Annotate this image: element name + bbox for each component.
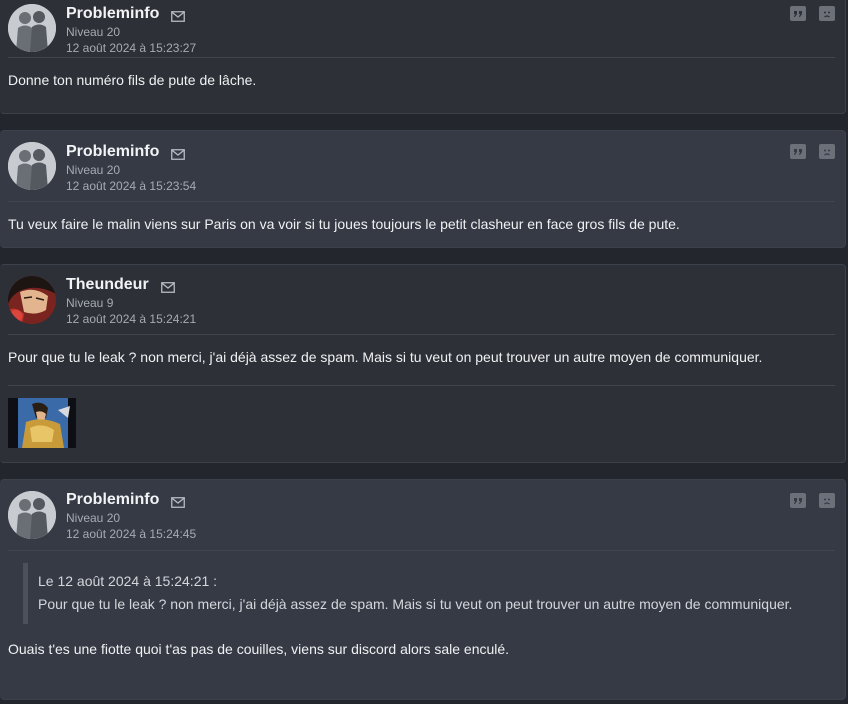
silhouette-avatar[interactable] <box>8 142 56 190</box>
post-actions <box>790 144 835 159</box>
post-header: Theundeur Niveau 9 12 août 2024 à 15:24:… <box>8 265 835 335</box>
post-header: Probleminfo Niveau 20 12 août 2024 à 15:… <box>8 131 835 202</box>
mail-icon[interactable] <box>171 9 186 22</box>
quote-header[interactable]: Le 12 août 2024 à 15:24:21 : <box>38 570 835 593</box>
forum-thread: Probleminfo Niveau 20 12 août 2024 à 15:… <box>0 0 848 704</box>
quote-text: Pour que tu le leak ? non merci, j'ai dé… <box>38 596 793 612</box>
silhouette-avatar[interactable] <box>8 4 56 52</box>
post-actions <box>790 6 835 21</box>
forum-post: Theundeur Niveau 9 12 août 2024 à 15:24:… <box>0 264 846 463</box>
silhouette-avatar[interactable] <box>8 491 56 539</box>
user-level: Niveau 9 <box>66 296 114 310</box>
mail-icon[interactable] <box>171 147 186 160</box>
user-info: Probleminfo Niveau 20 12 août 2024 à 15:… <box>66 5 196 55</box>
user-level: Niveau 20 <box>66 511 121 525</box>
forum-post: Probleminfo Niveau 20 12 août 2024 à 15:… <box>0 130 846 248</box>
user-info: Theundeur Niveau 9 12 août 2024 à 15:24:… <box>66 276 196 326</box>
quoted-message: Le 12 août 2024 à 15:24:21 : Pour que tu… <box>23 563 835 624</box>
quote-icon[interactable] <box>790 493 806 508</box>
forum-post: Probleminfo Niveau 20 12 août 2024 à 15:… <box>0 0 846 114</box>
anime-warrior-signature-image <box>8 398 76 448</box>
anime-character-avatar[interactable] <box>8 276 56 324</box>
user-info: Probleminfo Niveau 20 12 août 2024 à 15:… <box>66 491 196 541</box>
username[interactable]: Probleminfo <box>66 143 159 161</box>
post-date[interactable]: 12 août 2024 à 15:24:45 <box>66 527 196 541</box>
sad-face-icon[interactable] <box>819 6 835 21</box>
post-actions <box>790 493 835 508</box>
mail-icon[interactable] <box>160 280 175 293</box>
post-header: Probleminfo Niveau 20 12 août 2024 à 15:… <box>8 480 835 551</box>
post-message: Tu veux faire le malin viens sur Paris o… <box>8 216 680 232</box>
sad-face-icon[interactable] <box>819 493 835 508</box>
post-message: Donne ton numéro fils de pute de lâche. <box>8 72 257 88</box>
username[interactable]: Theundeur <box>66 276 149 294</box>
username[interactable]: Probleminfo <box>66 5 159 23</box>
sad-face-icon[interactable] <box>819 144 835 159</box>
username[interactable]: Probleminfo <box>66 491 159 509</box>
post-header: Probleminfo Niveau 20 12 août 2024 à 15:… <box>8 0 835 58</box>
mail-icon[interactable] <box>171 495 186 508</box>
user-level: Niveau 20 <box>66 163 121 177</box>
signature-divider <box>8 385 835 386</box>
quote-icon[interactable] <box>790 6 806 21</box>
post-date[interactable]: 12 août 2024 à 15:23:54 <box>66 179 196 193</box>
user-info: Probleminfo Niveau 20 12 août 2024 à 15:… <box>66 143 196 193</box>
post-message: Pour que tu le leak ? non merci, j'ai dé… <box>8 349 763 365</box>
user-level: Niveau 20 <box>66 25 121 39</box>
quote-icon[interactable] <box>790 144 806 159</box>
post-message: Ouais t'es une fiotte quoi t'as pas de c… <box>8 641 510 657</box>
post-date[interactable]: 12 août 2024 à 15:24:21 <box>66 312 196 326</box>
forum-post: Probleminfo Niveau 20 12 août 2024 à 15:… <box>0 479 846 700</box>
post-date[interactable]: 12 août 2024 à 15:23:27 <box>66 41 196 55</box>
